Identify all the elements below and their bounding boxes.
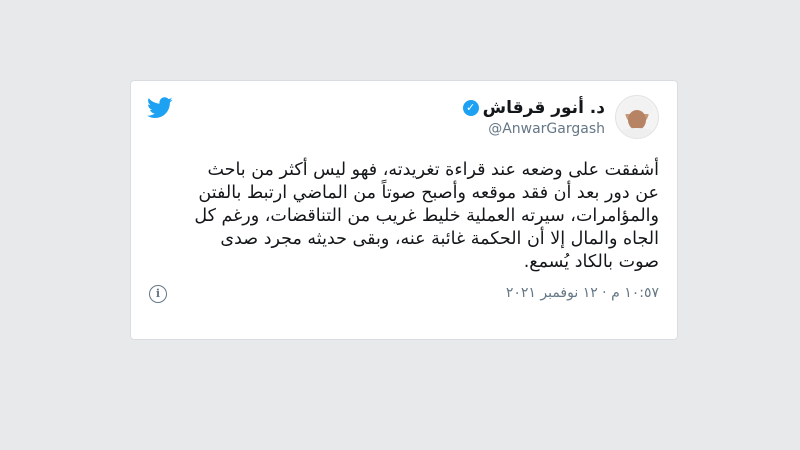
- tweet-header: د. أنور قرقاش ✓ @AnwarGargash: [462, 95, 659, 139]
- tweet-card[interactable]: د. أنور قرقاش ✓ @AnwarGargash أشفقت على …: [130, 80, 678, 340]
- verified-badge-icon: ✓: [462, 99, 479, 116]
- twitter-bird-icon[interactable]: [147, 97, 173, 119]
- info-icon[interactable]: i: [149, 285, 167, 303]
- author-name[interactable]: د. أنور قرقاش: [483, 98, 605, 118]
- avatar[interactable]: [615, 95, 659, 139]
- author-handle[interactable]: @AnwarGargash: [463, 121, 605, 137]
- tweet-timestamp[interactable]: ١٠:٥٧ م · ١٢ نوفمبر ٢٠٢١: [506, 285, 659, 301]
- tweet-text: أشفقت على وضعه عند قراءة تغريدته، فهو لي…: [194, 160, 659, 272]
- author-block: د. أنور قرقاش ✓ @AnwarGargash: [462, 98, 605, 137]
